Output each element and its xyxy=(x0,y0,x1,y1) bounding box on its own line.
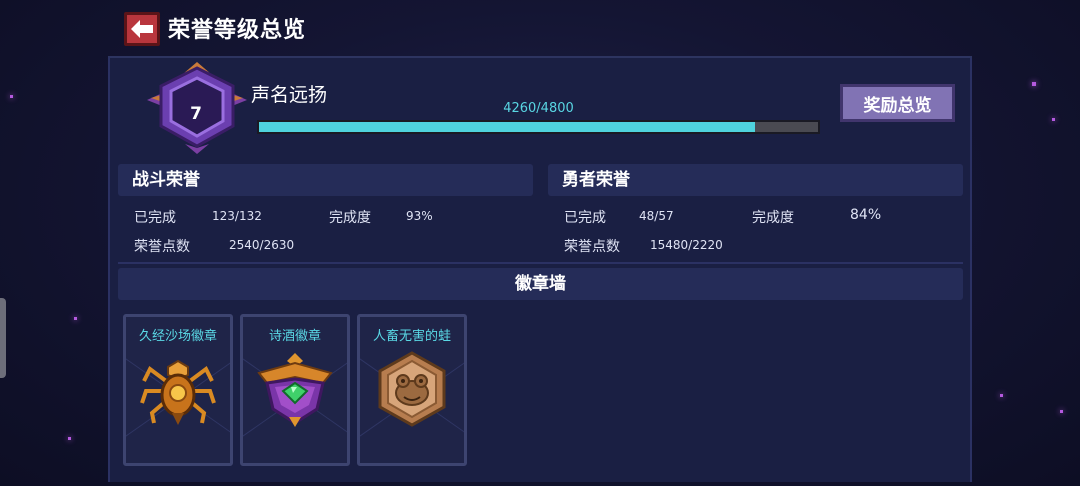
background-star xyxy=(1000,394,1003,397)
progress-text: 4260/4800 xyxy=(503,101,574,116)
badge-card[interactable]: 久经沙场徽章 xyxy=(123,314,233,466)
hero-completion-label: 完成度 xyxy=(752,210,794,226)
badge-card[interactable]: 诗酒徽章 xyxy=(240,314,350,466)
back-button[interactable] xyxy=(124,12,160,46)
rank-level: 7 xyxy=(190,104,202,124)
header-bar: 荣誉等级总览 xyxy=(108,0,972,58)
battle-completion-value: 93% xyxy=(406,209,433,223)
battle-points-label: 荣誉点数 xyxy=(134,239,190,255)
arrow-left-icon xyxy=(131,20,153,38)
section-divider xyxy=(118,262,963,264)
battle-completion-label: 完成度 xyxy=(329,210,371,226)
background-star xyxy=(1052,118,1055,121)
badge-card[interactable]: 人畜无害的蛙 xyxy=(357,314,467,466)
spider-badge-icon xyxy=(140,359,216,425)
emerald-crest-badge-icon xyxy=(257,353,333,427)
badge-name: 久经沙场徽章 xyxy=(138,329,217,344)
battle-completed-label: 已完成 xyxy=(134,210,176,226)
progress-bar-fill xyxy=(259,122,756,132)
badge-name: 诗酒徽章 xyxy=(268,329,321,344)
hero-completion-value: 84% xyxy=(850,207,882,223)
background-star xyxy=(74,317,77,320)
badge-name: 人畜无害的蛙 xyxy=(372,329,451,344)
hero-completed-label: 已完成 xyxy=(564,210,606,226)
hero-points-value: 15480/2220 xyxy=(650,238,723,252)
progress-bar xyxy=(257,120,820,134)
background-star xyxy=(1060,410,1063,413)
battle-completed-value: 123/132 xyxy=(212,209,262,223)
page-title: 荣誉等级总览 xyxy=(168,18,307,43)
reward-overview-button[interactable]: 奖励总览 xyxy=(840,84,955,122)
badge-wall-header: 徽章墙 xyxy=(118,268,963,300)
side-edge-handle[interactable] xyxy=(0,298,6,378)
background-star xyxy=(1032,82,1036,86)
hero-completed-value: 48/57 xyxy=(639,209,674,223)
battle-points-value: 2540/2630 xyxy=(229,238,295,252)
frog-hexagon-badge-icon xyxy=(378,351,446,427)
hero-points-label: 荣誉点数 xyxy=(564,239,620,255)
battle-honor-header: 战斗荣誉 xyxy=(118,164,533,196)
background-star xyxy=(10,95,13,98)
hero-honor-header: 勇者荣誉 xyxy=(548,164,963,196)
background-star xyxy=(68,437,71,440)
